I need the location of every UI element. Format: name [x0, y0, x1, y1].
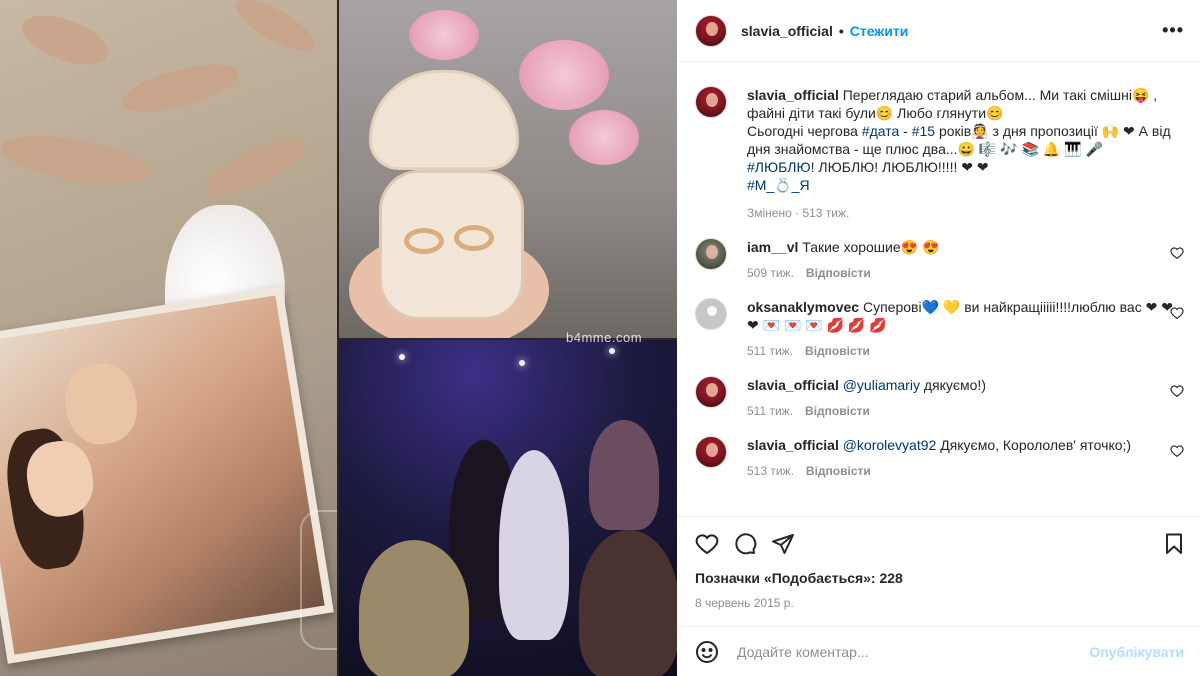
caption-text-2a: Сьогодні чергова — [747, 123, 862, 139]
avatar[interactable] — [695, 436, 727, 468]
comment-input[interactable] — [737, 643, 1090, 660]
orchid — [409, 10, 479, 60]
stage-light — [609, 348, 615, 354]
comment-item: iam__vl Такие хорошие😍 😍 509 тиж. Відпов… — [695, 238, 1184, 282]
comment-username[interactable]: iam__vl — [747, 239, 798, 255]
ring — [404, 228, 444, 254]
like-comment-icon[interactable] — [1170, 444, 1184, 458]
follow-button[interactable]: Стежити — [850, 23, 909, 39]
guest — [579, 530, 677, 676]
comment-item: oksanaklymovec Суперові💙 💛 ви найкращііі… — [695, 298, 1184, 360]
separator-dot: • — [838, 22, 844, 39]
mention-link[interactable]: @korolevyat92 — [843, 437, 937, 453]
comment-username[interactable]: oksanaklymovec — [747, 299, 859, 315]
photo-tile-dance — [339, 340, 677, 676]
avatar[interactable] — [695, 376, 727, 408]
author-username[interactable]: slavia_official — [741, 23, 833, 39]
stage-light — [519, 360, 525, 366]
photo-tile-rings — [339, 0, 677, 338]
orchid — [519, 40, 609, 110]
reply-button[interactable]: Відповісти — [805, 402, 870, 420]
couple-photograph — [0, 286, 334, 664]
ring-box-lid — [369, 70, 519, 170]
likes-count[interactable]: Позначки «Подобається»: 228 — [677, 570, 1200, 586]
hashtag-link[interactable]: #дата — [862, 123, 899, 139]
comments-list[interactable]: slavia_official Переглядаю старий альбом… — [677, 62, 1200, 516]
dried-flowers — [0, 127, 153, 193]
post-viewer: b4mme.com slavia_official • Стежити ••• … — [0, 0, 1200, 676]
comment-time[interactable]: 511 тиж. — [747, 342, 793, 360]
comment-item: slavia_official @korolevyat92 Дякуємо, К… — [695, 436, 1184, 480]
bride — [499, 450, 569, 640]
stage-light — [399, 354, 405, 360]
hashtag-link[interactable]: #15 — [912, 123, 935, 139]
ring — [454, 225, 494, 251]
orchid — [569, 110, 639, 165]
share-icon[interactable] — [771, 532, 795, 556]
guest — [589, 420, 659, 530]
action-bar — [677, 516, 1200, 570]
comment-username[interactable]: slavia_official — [747, 437, 839, 453]
mention-link[interactable]: @yuliamariy — [843, 377, 920, 393]
more-icon[interactable]: ••• — [1162, 20, 1184, 41]
post-sidebar: slavia_official • Стежити ••• slavia_off… — [677, 0, 1200, 676]
avatar[interactable] — [695, 298, 727, 330]
hashtag-link[interactable]: #ЛЮБЛЮ — [747, 159, 811, 175]
reply-button[interactable]: Відповісти — [805, 342, 870, 360]
post-date[interactable]: 8 червень 2015 р. — [677, 586, 1200, 626]
bookmark-icon[interactable] — [1162, 532, 1186, 556]
avatar[interactable] — [695, 238, 727, 270]
post-image[interactable]: b4mme.com — [0, 0, 677, 676]
reply-button[interactable]: Відповісти — [806, 264, 871, 282]
photo-tile-flowers — [0, 0, 337, 676]
comment-text: дякуємо!) — [919, 377, 986, 393]
comment-time[interactable]: 509 тиж. — [747, 264, 794, 282]
like-comment-icon[interactable] — [1170, 384, 1184, 398]
glass — [300, 510, 337, 650]
caption-meta: Змінено · 513 тиж. — [747, 206, 850, 220]
heart-icon[interactable] — [695, 532, 719, 556]
comment-composer: Опублікувати — [677, 626, 1200, 676]
avatar[interactable] — [695, 14, 727, 47]
avatar[interactable] — [695, 86, 727, 118]
reply-button[interactable]: Відповісти — [806, 462, 871, 480]
comment-text: Такие хорошие😍 😍 — [802, 239, 940, 255]
comment-time[interactable]: 513 тиж. — [747, 462, 794, 480]
dried-flowers — [117, 55, 243, 121]
post-header: slavia_official • Стежити ••• — [677, 0, 1200, 62]
comment-username[interactable]: slavia_official — [747, 377, 839, 393]
ring-box — [379, 170, 524, 320]
like-comment-icon[interactable] — [1170, 246, 1184, 260]
caption-text-2b: - — [899, 123, 912, 139]
guest — [359, 540, 469, 676]
dried-flowers — [197, 128, 313, 206]
watermark: b4mme.com — [566, 330, 643, 345]
publish-button[interactable]: Опублікувати — [1089, 644, 1184, 660]
caption: slavia_official Переглядаю старий альбом… — [695, 86, 1184, 222]
comment-icon[interactable] — [733, 532, 757, 556]
like-comment-icon[interactable] — [1170, 306, 1184, 320]
smile-icon[interactable] — [695, 640, 719, 664]
comment-time[interactable]: 511 тиж. — [747, 402, 793, 420]
comment-item: slavia_official @yuliamariy дякуємо!) 51… — [695, 376, 1184, 420]
edited-label: Змінено — [747, 206, 792, 220]
edited-time[interactable]: 513 тиж. — [802, 206, 849, 220]
dried-flowers — [15, 5, 115, 75]
comment-text: Дякуємо, Корололев' яточко;) — [936, 437, 1132, 453]
caption-username[interactable]: slavia_official — [747, 87, 839, 103]
caption-text-3: ! ЛЮБЛЮ! ЛЮБЛЮ!!!!! ❤ ❤ — [810, 159, 989, 175]
hashtag-link[interactable]: #М_💍_Я — [747, 177, 810, 193]
dried-flowers — [228, 0, 322, 61]
